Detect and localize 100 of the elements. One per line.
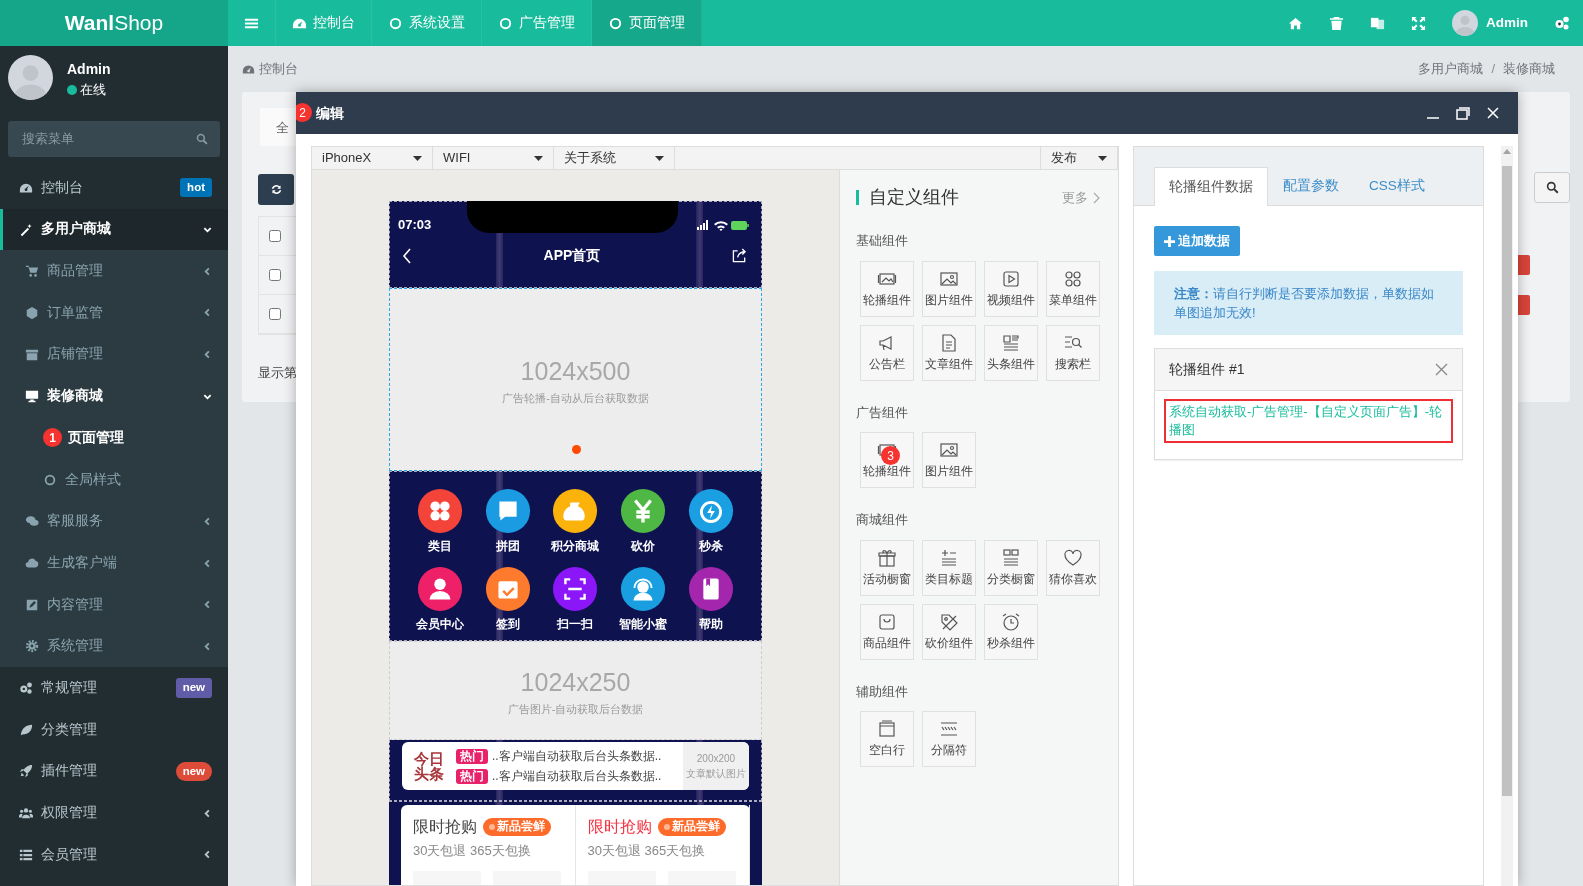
search-field[interactable]: 搜索菜单 (8, 121, 220, 157)
sidebar-item[interactable]: 客服服务 (0, 500, 228, 543)
placeholder-caption: 广告图片-自动获取后台数据 (507, 702, 644, 717)
magic-wand-icon (19, 222, 33, 237)
clover-icon[interactable] (416, 488, 463, 534)
scan-icon[interactable] (552, 566, 599, 612)
app-title: APP首页 (543, 246, 601, 265)
hot-tag: 热门 (456, 768, 488, 784)
component-tile[interactable]: 图片组件 (922, 260, 976, 317)
sidebar-item[interactable]: 常规管理 new (0, 667, 228, 709)
row-checkbox[interactable] (269, 230, 281, 242)
money-bag-icon[interactable] (552, 488, 599, 534)
sidebar-item[interactable]: 控制台 hot (0, 167, 228, 209)
breadcrumb-home[interactable]: 控制台 (242, 59, 298, 79)
list-icon (19, 847, 33, 862)
home-icon (1288, 15, 1303, 31)
sidebar-item[interactable]: 装修商城 (0, 375, 228, 418)
sidebar-item[interactable]: 多用户商城 (0, 208, 228, 251)
component-tile[interactable]: 轮播组件 (860, 260, 914, 317)
headline-logo-text: 头条 (414, 766, 444, 781)
component-tile[interactable]: 空白行 (860, 711, 914, 767)
shortcut-label[interactable]: 积分商城 (551, 537, 600, 555)
flash-sale-subtitle: 30天包退 365天包换 (413, 842, 532, 860)
signal-icon (697, 220, 711, 230)
component-tile[interactable]: 图片组件 (922, 432, 976, 488)
shortcut-label[interactable]: 类目 (427, 537, 452, 555)
tab[interactable]: 轮播组件数据 (1154, 167, 1268, 206)
alarm-clock-icon (1001, 611, 1021, 632)
sidebar-item[interactable]: 商品管理 (0, 250, 228, 293)
sidebar-item[interactable]: 内容管理 (0, 583, 228, 626)
person-icon[interactable] (416, 566, 463, 612)
chat-bubble-icon[interactable] (484, 488, 531, 534)
heart-icon (1063, 547, 1083, 568)
pagination-info: 显示第 (258, 364, 298, 382)
sidebar-item[interactable]: 生成客户端 (0, 542, 228, 584)
sidebar-item[interactable]: 1 页面管理 (0, 417, 228, 459)
component-tile[interactable]: 文章组件 (922, 324, 976, 381)
sidebar-item[interactable]: 订单监管 (0, 292, 228, 334)
component-tile[interactable]: 砍价组件 (922, 603, 976, 660)
sidebar-item[interactable]: 系统管理 (0, 625, 228, 668)
row-checkbox[interactable] (269, 269, 281, 281)
back-icon[interactable] (402, 247, 412, 264)
headset-icon[interactable] (620, 566, 667, 612)
new-tag: 新品尝鲜 (657, 818, 726, 836)
shortcut-label[interactable]: 帮助 (699, 615, 724, 633)
shortcut-label[interactable]: 砍价 (631, 537, 656, 555)
refresh-button[interactable] (258, 174, 294, 205)
headline-text[interactable]: ..客户端自动获取后台头条数据.. (492, 767, 662, 785)
flash-sale-card[interactable]: 限时抢购 新品尝鲜 30天包退 365天包换 (575, 805, 750, 885)
sidebar-item[interactable]: 会员管理 (0, 834, 228, 876)
component-tile[interactable]: 视频组件 (984, 260, 1038, 317)
component-tile[interactable]: 轮播组件 3 (860, 432, 914, 488)
sidebar-item[interactable]: 店铺管理 (0, 333, 228, 376)
row-checkbox[interactable] (269, 308, 281, 320)
component-tile[interactable]: 头条组件 (984, 324, 1038, 381)
search-input[interactable]: 搜索菜单 (20, 128, 196, 150)
component-tile[interactable]: 猜你喜欢 (1046, 539, 1100, 596)
calendar-icon[interactable] (484, 566, 531, 612)
alarm-clock-icon[interactable] (688, 488, 735, 534)
component-tile[interactable]: 菜单组件 (1046, 260, 1100, 317)
sidebar-item[interactable]: 全局样式 (0, 458, 228, 501)
component-tile[interactable]: 公告栏 (860, 324, 914, 381)
share-icon[interactable] (732, 248, 747, 263)
shortcut-label[interactable]: 智能小蜜 (619, 615, 668, 633)
sidebar-item[interactable]: 分类管理 (0, 708, 228, 751)
window-icon (877, 719, 897, 739)
headline-logo-text: 今日 (414, 751, 444, 766)
flash-sale-card[interactable]: 限时抢购 新品尝鲜 30天包退 365天包换 (401, 805, 576, 885)
book-icon[interactable] (688, 566, 735, 612)
user-name: Admin (67, 60, 111, 79)
shortcut-label[interactable]: 拼团 (495, 537, 520, 555)
shortcut-label[interactable]: 签到 (495, 615, 520, 633)
shortcut-label[interactable]: 扫一扫 (557, 615, 594, 633)
headline-text[interactable]: ..客户端自动获取后台头条数据.. (492, 747, 662, 765)
fullscreen-icon (1411, 15, 1426, 31)
shortcut-label[interactable]: 秒杀 (699, 537, 724, 555)
archive-icon (25, 347, 39, 362)
placeholder-caption: 广告轮播-自动从后台获取数据 (502, 391, 649, 406)
breadcrumb-link[interactable]: 装修商城 (1503, 59, 1555, 79)
section-title: 商城组件 (856, 511, 909, 529)
component-tile[interactable]: 商品组件 (860, 603, 914, 660)
flash-sale-subtitle: 30天包退 365天包换 (587, 842, 707, 860)
sidebar-item[interactable]: 权限管理 (0, 792, 228, 834)
close-icon (1435, 363, 1448, 376)
yen-icon[interactable] (620, 488, 667, 534)
search-button[interactable] (1534, 172, 1570, 203)
component-tile[interactable]: 活动橱窗 (860, 539, 914, 596)
bag-icon (877, 611, 897, 632)
sidebar-item[interactable]: 插件管理 new (0, 750, 228, 793)
component-tile[interactable]: 秒杀组件 (984, 603, 1038, 660)
component-tile[interactable]: 分类橱窗 (984, 539, 1038, 596)
shortcut-label[interactable]: 会员中心 (415, 615, 464, 633)
leaf-icon (19, 722, 33, 737)
breadcrumb-link[interactable]: 多用户商城 (1418, 59, 1484, 79)
component-tile[interactable]: 搜索栏 (1046, 324, 1100, 381)
component-tile[interactable]: 类目标题 (922, 539, 976, 596)
component-tile[interactable]: 分隔符 (922, 711, 976, 767)
search-icon (1545, 181, 1559, 194)
section-title: 基础组件 (856, 232, 909, 250)
scrollbar[interactable] (1501, 146, 1513, 886)
